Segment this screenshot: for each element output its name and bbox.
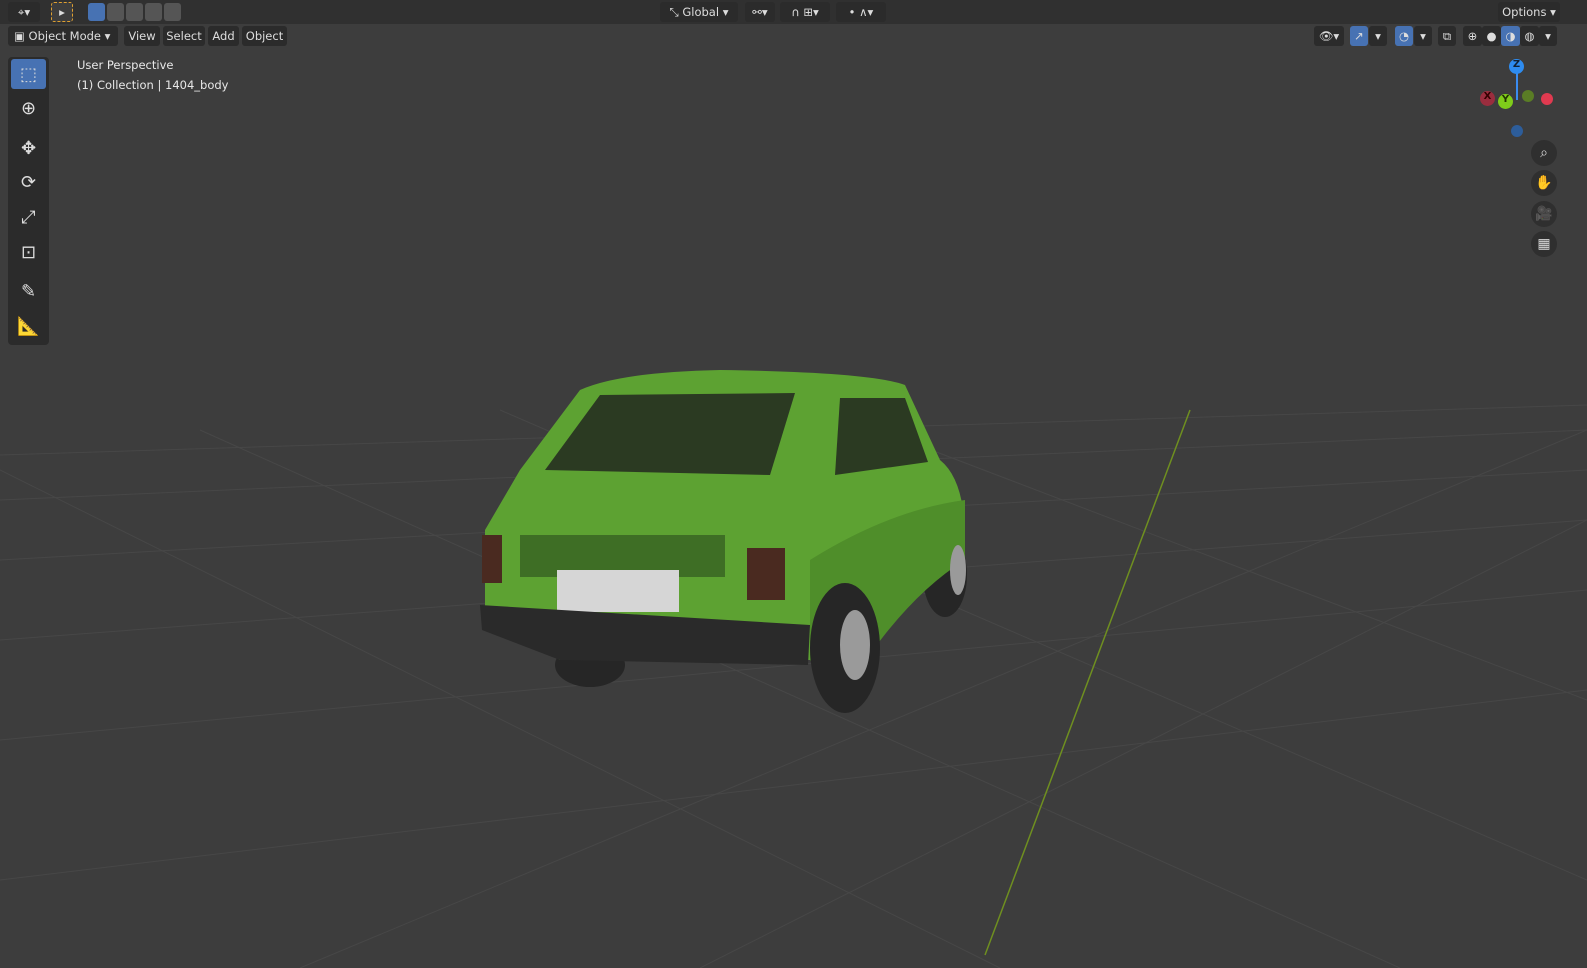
- select-mode-intersect-icon[interactable]: [164, 3, 181, 21]
- gizmo-dropdown[interactable]: ▾: [1369, 26, 1387, 46]
- view-name: User Perspective: [77, 58, 174, 72]
- wireframe-shading-icon[interactable]: ⊕: [1463, 26, 1482, 46]
- orientation-label: Global: [682, 5, 720, 19]
- select-box-tool[interactable]: ⬚: [11, 59, 46, 89]
- car-model[interactable]: [480, 370, 967, 713]
- overlays-dropdown[interactable]: ▾: [1414, 26, 1432, 46]
- license-plate: [557, 570, 679, 612]
- select-mode-invert-icon[interactable]: [145, 3, 162, 21]
- annotate-tool[interactable]: ✎: [11, 276, 46, 306]
- material-shading-icon[interactable]: ◑: [1501, 26, 1520, 46]
- transform-tool[interactable]: ⊡: [11, 237, 46, 267]
- navigation-gizmo[interactable]: Z X Y: [1475, 55, 1560, 140]
- gizmo-neg-x[interactable]: [1541, 93, 1553, 105]
- menu-object[interactable]: Object: [242, 26, 287, 46]
- camera-icon[interactable]: 🎥: [1531, 201, 1557, 227]
- visibility-dropdown[interactable]: 👁▾: [1314, 26, 1344, 46]
- gizmo-neg-z[interactable]: [1511, 125, 1523, 137]
- options-dropdown[interactable]: Options ▾: [1498, 2, 1560, 22]
- rotate-tool[interactable]: ⟳: [11, 167, 46, 197]
- xray-toggle-icon[interactable]: ⧉: [1438, 26, 1456, 46]
- editor-type-button[interactable]: ⌖▾: [8, 2, 40, 22]
- viewport-header: ▣ Object Mode ▾ View Select Add Object 👁…: [0, 24, 1587, 48]
- gizmo-z[interactable]: Z: [1509, 59, 1524, 74]
- select-mode-new-icon[interactable]: [88, 3, 105, 21]
- mode-label: Object Mode: [28, 29, 101, 43]
- scale-tool[interactable]: ⤢: [11, 202, 46, 232]
- menu-select[interactable]: Select: [163, 26, 205, 46]
- solid-shading-icon[interactable]: ●: [1482, 26, 1501, 46]
- pivot-dropdown[interactable]: ⚯▾: [745, 2, 775, 22]
- gizmo-neg-y[interactable]: [1522, 90, 1534, 102]
- mode-dropdown[interactable]: ▣ Object Mode ▾: [8, 26, 118, 46]
- snap-dropdown[interactable]: ∩ ⊞▾: [780, 2, 830, 22]
- select-mode-extend-icon[interactable]: [107, 3, 124, 21]
- orientation-icon: ⤡: [669, 4, 683, 19]
- shading-dropdown[interactable]: ▾: [1539, 26, 1557, 46]
- rendered-shading-icon[interactable]: ◍: [1520, 26, 1539, 46]
- gizmo-x[interactable]: X: [1480, 91, 1495, 106]
- measure-tool[interactable]: 📐: [11, 311, 46, 341]
- gizmo-y[interactable]: Y: [1498, 94, 1513, 109]
- collection-info: (1) Collection | 1404_body: [77, 78, 229, 92]
- viewport-3d[interactable]: [0, 0, 1587, 968]
- orientation-dropdown[interactable]: ⤡ Global ▾: [660, 2, 738, 22]
- toolbar: ⬚ ⊕ ✥ ⟳ ⤢ ⊡ ✎ 📐: [8, 57, 49, 345]
- zoom-icon[interactable]: ⌕: [1531, 140, 1557, 166]
- move-tool[interactable]: ✥: [11, 133, 46, 163]
- overlays-toggle-icon[interactable]: ◔: [1395, 26, 1413, 46]
- menu-view[interactable]: View: [124, 26, 160, 46]
- proportional-edit-dropdown[interactable]: • ∧▾: [836, 2, 886, 22]
- top-toolbar: ⌖▾ ▸ ⤡ Global ▾ ⚯▾ ∩ ⊞▾ • ∧▾ Options ▾: [0, 0, 1587, 24]
- pan-hand-icon[interactable]: ✋: [1531, 170, 1557, 196]
- select-mode-subtract-icon[interactable]: [126, 3, 143, 21]
- y-axis-line: [984, 409, 1191, 956]
- cursor-tool[interactable]: ⊕: [11, 93, 46, 123]
- select-tool-icon[interactable]: ▸: [51, 2, 73, 22]
- menu-add[interactable]: Add: [208, 26, 239, 46]
- gizmo-toggle-icon[interactable]: ↗: [1350, 26, 1368, 46]
- object-mode-icon: ▣: [14, 29, 29, 43]
- options-label: Options: [1502, 5, 1547, 19]
- perspective-grid-icon[interactable]: ▦: [1531, 231, 1557, 257]
